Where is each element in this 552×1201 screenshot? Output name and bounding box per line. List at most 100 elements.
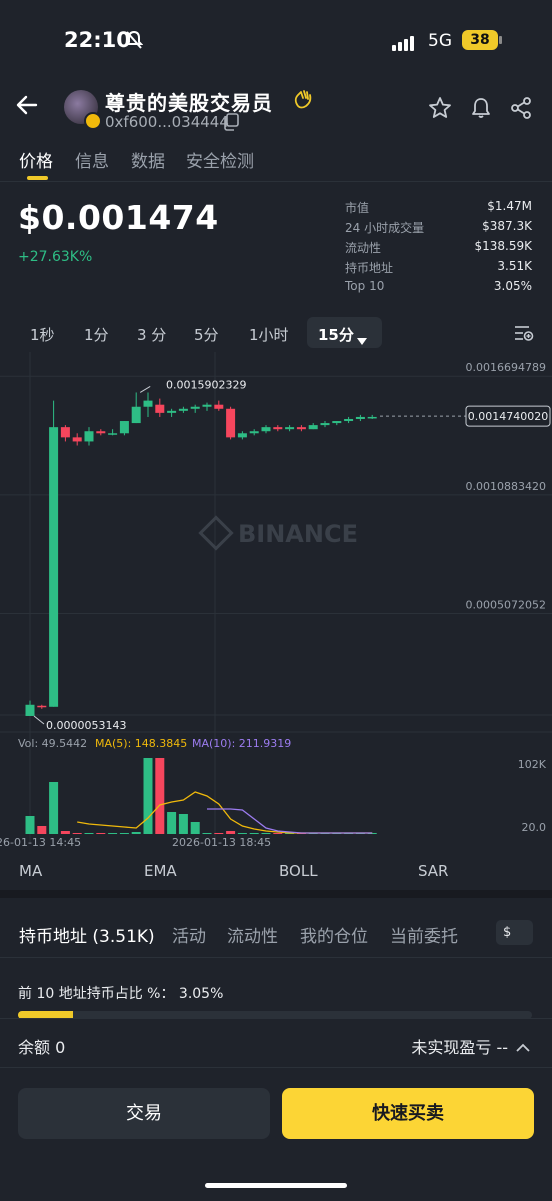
chart-settings-icon[interactable] — [514, 324, 534, 346]
candle-body — [320, 423, 330, 426]
stat-label: Top 10 — [345, 279, 385, 293]
divider — [0, 181, 552, 182]
candle-body — [202, 404, 212, 407]
chain-badge-icon — [84, 112, 102, 130]
stat-label: 持币地址 — [345, 261, 394, 275]
tab-activity[interactable]: 活动 — [172, 922, 206, 947]
candle-body — [261, 427, 271, 432]
interval-3m[interactable]: 3 分 — [137, 324, 166, 345]
candle-body — [226, 408, 236, 438]
interval-1m[interactable]: 1分 — [84, 324, 109, 345]
chevron-up-icon[interactable] — [516, 1038, 530, 1057]
back-arrow-icon[interactable] — [14, 92, 40, 122]
tab-my-position[interactable]: 我的仓位 — [300, 922, 368, 947]
contract-address: 0xf600...034444 — [105, 113, 229, 131]
trade-button[interactable]: 交易 — [18, 1088, 270, 1139]
volume-bar — [119, 833, 129, 834]
volume-bar — [25, 816, 35, 834]
volume-bar — [178, 814, 188, 834]
candle-body — [249, 431, 259, 434]
stat-value: $1.47M — [487, 199, 532, 213]
candle-body — [49, 427, 59, 707]
volume-label: Vol: 49.5442 — [18, 737, 87, 750]
ma10-line — [207, 808, 373, 834]
copy-icon[interactable] — [222, 113, 240, 135]
tab-info[interactable]: 信息 — [75, 147, 109, 172]
volume-bar — [49, 782, 59, 834]
volume-bar — [190, 822, 200, 834]
volume-bar — [155, 758, 165, 834]
top10-holding-text: 前 10 地址持币占比 %： 3.05% — [18, 986, 224, 1002]
candle-body — [344, 418, 354, 422]
candle-body — [37, 705, 47, 708]
binance-logo-icon — [198, 515, 234, 551]
stat-value: 3.05% — [493, 279, 532, 293]
interval-selected[interactable]: 15分 — [318, 324, 354, 345]
candle-body — [308, 425, 318, 430]
candle-body — [190, 406, 200, 409]
tab-price[interactable]: 价格 — [19, 147, 53, 172]
candle-body — [332, 421, 342, 424]
ma5-line — [77, 791, 373, 834]
volume-bar — [143, 758, 153, 834]
wave-hand-icon — [292, 88, 314, 114]
ma5-label: MA(5): 148.3845 — [95, 737, 187, 750]
volume-bar — [202, 833, 212, 834]
volume-bar — [237, 833, 247, 834]
high-marker-label: 0.0015902329 — [166, 378, 246, 391]
bell-icon[interactable] — [469, 96, 493, 124]
candle-body — [367, 416, 377, 419]
indicator-boll[interactable]: BOLL — [279, 862, 318, 880]
tab-liquidity[interactable]: 流动性 — [227, 922, 278, 947]
interval-5m[interactable]: 5分 — [194, 324, 219, 345]
currency-toggle-button[interactable]: $ — [496, 920, 533, 945]
candle-body — [214, 404, 224, 409]
volume-bar — [131, 832, 141, 834]
tab-data[interactable]: 数据 — [131, 147, 165, 172]
tab-underline — [27, 176, 48, 180]
candle-body — [167, 410, 177, 413]
stat-value: $387.3K — [482, 219, 532, 233]
indicator-ma[interactable]: MA — [19, 862, 42, 880]
tab-open-orders[interactable]: 当前委托 — [390, 922, 458, 947]
volume-bar — [249, 833, 259, 834]
volume-axis-label: 20.0 — [522, 821, 547, 834]
candle-body — [119, 421, 129, 434]
interval-1s[interactable]: 1秒 — [30, 324, 55, 345]
silent-mode-icon — [124, 30, 144, 54]
low-marker-line — [33, 715, 45, 725]
interval-1h[interactable]: 1小时 — [249, 324, 289, 345]
volume-bar — [37, 826, 47, 834]
divider — [0, 1067, 552, 1068]
ma10-label: MA(10): 211.9319 — [192, 737, 291, 750]
dropdown-triangle-icon — [357, 330, 367, 349]
share-icon[interactable] — [509, 96, 533, 124]
candle-body — [273, 427, 283, 430]
tab-security[interactable]: 安全检测 — [186, 147, 254, 172]
price-change: +27.63K% — [18, 249, 93, 265]
candle-body — [143, 400, 153, 407]
battery-indicator: 38 — [462, 30, 498, 50]
section-divider — [0, 890, 552, 898]
volume-bar — [167, 812, 177, 834]
volume-bar — [108, 833, 118, 834]
quick-trade-button[interactable]: 快速买卖 — [282, 1088, 534, 1139]
time-axis-label: 26-01-13 14:45 — [0, 836, 81, 849]
candle-body — [108, 433, 118, 435]
watermark: BINANCE — [238, 520, 358, 548]
indicator-ema[interactable]: EMA — [144, 862, 177, 880]
volume-bar — [96, 833, 106, 834]
price-axis-label: 0.0016694789 — [466, 361, 546, 374]
home-indicator — [205, 1183, 347, 1188]
candle-body — [72, 437, 82, 442]
tab-holders[interactable]: 持币地址 (3.51K) — [19, 922, 155, 947]
time-axis-label: 2026-01-13 18:45 — [172, 836, 271, 849]
indicator-sar[interactable]: SAR — [418, 862, 448, 880]
star-icon[interactable] — [428, 96, 452, 124]
unrealized-pnl: 未实现盈亏 -- — [411, 1038, 508, 1057]
price-chart[interactable]: BINANCE 0.0016694789 0.0010883420 0.0005072… — [0, 352, 552, 852]
volume-axis-label: 102K — [518, 758, 547, 771]
candle-body — [285, 427, 295, 430]
price-axis-label: 0.0010883420 — [466, 480, 546, 493]
volume-bar — [72, 833, 82, 834]
